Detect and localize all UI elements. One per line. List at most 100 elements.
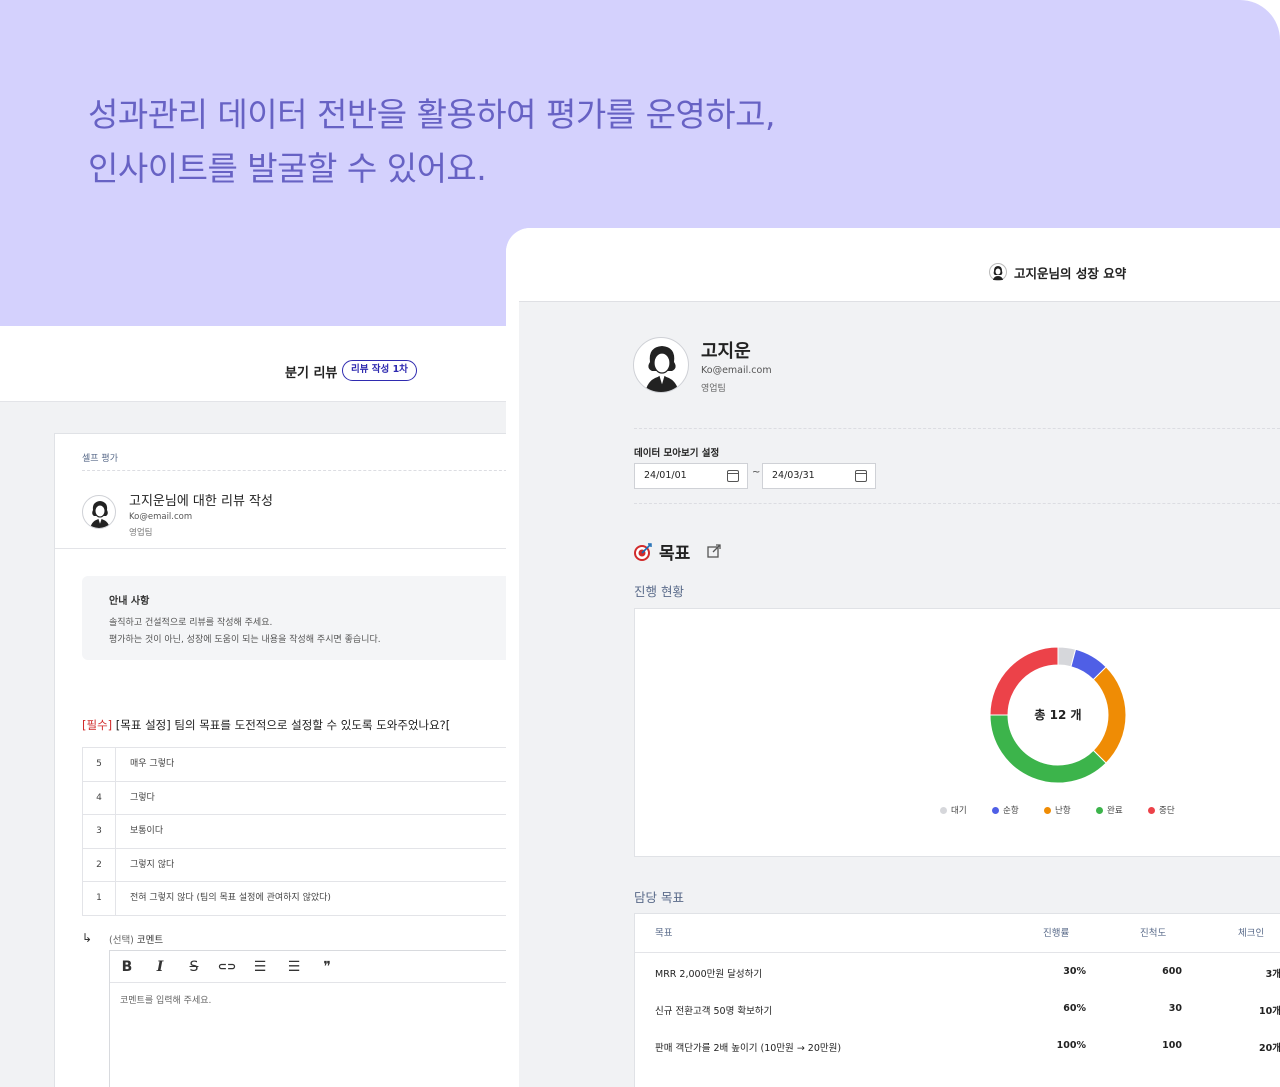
person-avatar-icon [989, 263, 1007, 281]
avatar [82, 495, 116, 529]
profile-email: Ko@email.com [701, 365, 772, 376]
checkin-count: 10개 [1259, 1006, 1280, 1017]
rating-number: 2 [83, 848, 116, 882]
donut-center-label: 총 12 개 [1034, 708, 1082, 722]
donut-chart: 총 12 개 [988, 645, 1128, 785]
profile-name: 고지운 [701, 341, 751, 362]
legend-label: 대기 [951, 806, 967, 816]
question-title: [필수] [목표 설정] 팀의 목표를 도전적으로 설정할 수 있도록 도와주었… [82, 717, 450, 733]
review-header: 분기 리뷰 리뷰 작성 1차 [0, 326, 506, 402]
rating-number: 5 [83, 748, 116, 781]
legend-label: 중단 [1159, 806, 1175, 816]
divider [635, 952, 1280, 953]
reply-arrow-icon: ↳ [82, 931, 93, 945]
growth-summary-body: 고지운 Ko@email.com 영업팀 데이터 모아보기 설정 24/01/0… [519, 301, 1280, 1087]
legend-dot [1044, 807, 1051, 814]
quarterly-review-panel: 분기 리뷰 리뷰 작성 1차 셀프 평가 고지운님에 대한 리뷰 작성 Ko@e… [0, 326, 506, 1087]
rating-option[interactable]: 1 전혀 그렇지 않다 (팀의 목표 설정에 관여하지 않았다) [82, 882, 506, 916]
bold-button[interactable]: B [116, 957, 138, 977]
rating-option[interactable]: 4 그렇다 [82, 781, 506, 816]
comment-label: (선택) 코멘트 [109, 932, 163, 946]
optional-tag: (선택) [109, 935, 134, 946]
hero-headline-line2: 인사이트를 발굴할 수 있어요. [88, 149, 487, 188]
person-illustration-icon [90, 501, 110, 528]
owned-goals-table: 목표 진행률 진척도 체크인 MRR 2,000만원 달성하기 30% 600 … [634, 913, 1280, 1087]
divider [55, 548, 506, 549]
column-header: 진행률 [1043, 928, 1070, 939]
comment-label-text: 코멘트 [133, 935, 164, 946]
rating-label: 전혀 그렇지 않다 (팀의 목표 설정에 관여하지 않았다) [130, 893, 331, 904]
notice-box: 안내 사항 솔직하고 건설적으로 리뷰를 작성해 주세요. 평가하는 것이 아닌… [82, 576, 506, 660]
review-round-badge: 리뷰 작성 1차 [342, 360, 417, 381]
question-text: [목표 설정] 팀의 목표를 도전적으로 설정할 수 있도록 도와주었나요?[ [112, 718, 451, 732]
review-header-title: 분기 리뷰 [285, 366, 338, 381]
hero-headline-line1: 성과관리 데이터 전반을 활용하여 평가를 운영하고, [88, 95, 776, 134]
legend-item: 대기 [940, 804, 967, 816]
start-date-field[interactable]: 24/01/01 [634, 463, 748, 489]
rating-option[interactable]: 5 매우 그렇다 [82, 748, 506, 782]
goal-section-title: 목표 [659, 544, 691, 564]
legend-label: 완료 [1107, 806, 1123, 816]
start-date-value: 24/01/01 [644, 470, 687, 481]
legend-item: 중단 [1148, 804, 1175, 816]
progress-chart-card: 총 12 개 대기 순항 난항 완료 중단 [634, 608, 1280, 857]
legend-item: 순항 [992, 804, 1019, 816]
rating-option[interactable]: 2 그렇지 않다 [82, 848, 506, 883]
progress-value: 600 [1162, 966, 1182, 977]
rating-scale: 5 매우 그렇다 4 그렇다 3 보통이다 2 그렇지 않다 1 전혀 그렇지 … [82, 747, 506, 916]
editor-toolbar: B I S ⊂⊃ ☰ ☰ ❞ [110, 951, 506, 983]
legend-dot [992, 807, 999, 814]
notice-title: 안내 사항 [109, 596, 150, 607]
rating-option[interactable]: 3 보통이다 [82, 815, 506, 849]
legend-item: 완료 [1096, 804, 1123, 816]
calendar-icon[interactable] [727, 470, 739, 482]
progress-status-title: 진행 현황 [634, 584, 684, 599]
progress-rate: 30% [1063, 966, 1086, 977]
end-date-field[interactable]: 24/03/31 [762, 463, 876, 489]
legend-label: 순항 [1003, 806, 1019, 816]
target-icon [634, 543, 652, 561]
column-header: 진척도 [1140, 928, 1167, 939]
column-header: 체크인 [1238, 928, 1265, 939]
divider [634, 503, 1280, 504]
progress-value: 100 [1162, 1040, 1182, 1051]
column-header: 목표 [655, 928, 673, 939]
strikethrough-button[interactable]: S [183, 957, 205, 977]
review-form-card: 셀프 평가 고지운님에 대한 리뷰 작성 Ko@email.com 영업팀 안내… [54, 433, 506, 1087]
progress-rate: 100% [1056, 1040, 1086, 1051]
ordered-list-button[interactable]: ☰ [249, 957, 271, 977]
bullet-list-button[interactable]: ☰ [283, 957, 305, 977]
required-tag: [필수] [82, 718, 113, 732]
notice-line: 솔직하고 건설적으로 리뷰를 작성해 주세요. [109, 618, 273, 628]
quote-button[interactable]: ❞ [316, 957, 338, 977]
divider [634, 428, 1280, 429]
rating-number: 3 [83, 815, 116, 848]
profile-team: 영업팀 [701, 384, 726, 394]
external-link-icon[interactable] [707, 544, 721, 558]
goal-name: 신규 전환고객 50명 확보하기 [655, 1006, 773, 1017]
date-separator: ~ [752, 467, 761, 478]
italic-button[interactable]: I [149, 957, 171, 977]
rating-label: 그렇지 않다 [130, 859, 175, 870]
avatar [633, 337, 689, 393]
comment-editor: B I S ⊂⊃ ☰ ☰ ❞ 코멘트를 입력해 주세요. [109, 950, 506, 1087]
legend-dot [1096, 807, 1103, 814]
rating-label: 그렇다 [130, 792, 155, 803]
link-button[interactable]: ⊂⊃ [216, 957, 238, 977]
legend-dot [1148, 807, 1155, 814]
calendar-icon[interactable] [855, 470, 867, 482]
reviewee-team: 영업팀 [129, 528, 153, 538]
divider [82, 470, 506, 471]
comment-placeholder[interactable]: 코멘트를 입력해 주세요. [120, 993, 211, 1006]
growth-summary-header: 고지운님의 성장 요약 [506, 228, 1280, 301]
rating-label: 매우 그렇다 [130, 759, 175, 769]
goal-name: 판매 객단가를 2배 높이기 (10만원 → 20만원) [655, 1043, 842, 1054]
progress-rate: 60% [1063, 1003, 1086, 1014]
owned-goals-title: 담당 목표 [634, 890, 684, 905]
legend-label: 난항 [1055, 806, 1071, 816]
rating-number: 1 [83, 882, 116, 915]
legend-dot [940, 807, 947, 814]
growth-summary-panel: 고지운님의 성장 요약 고지운 Ko@email.com 영업팀 데이터 모아보… [506, 228, 1280, 1087]
rating-label: 보통이다 [130, 826, 164, 837]
legend-item: 난항 [1044, 804, 1071, 816]
